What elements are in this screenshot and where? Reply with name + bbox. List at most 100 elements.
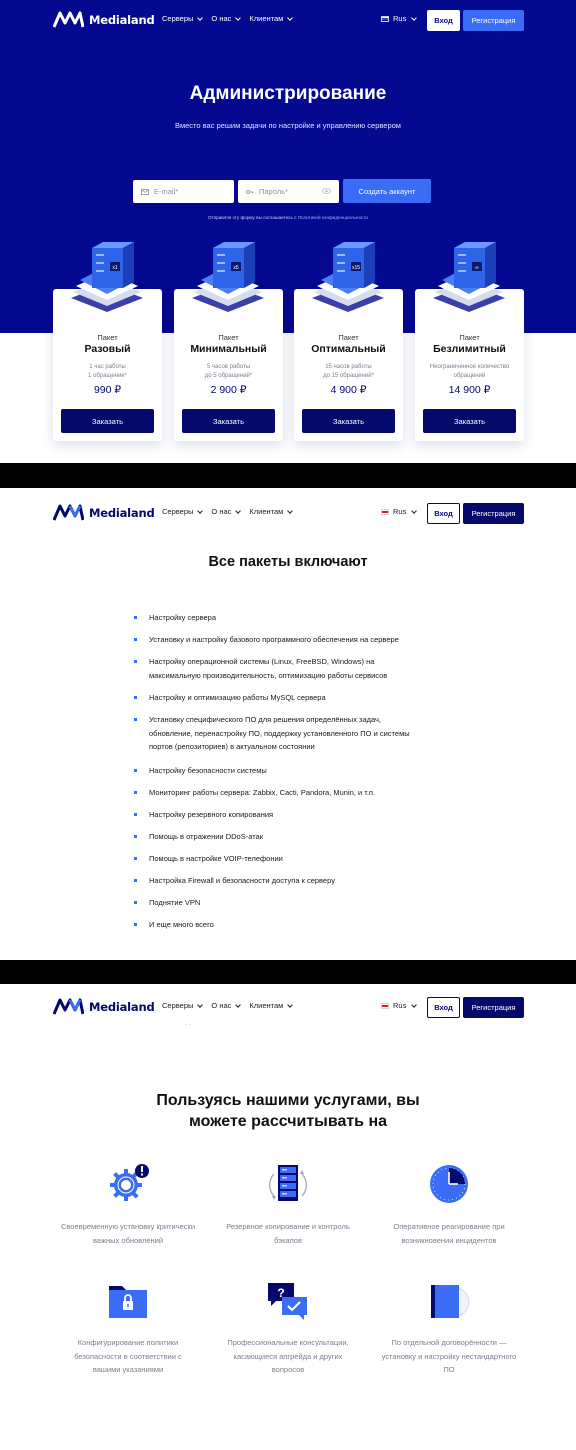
logo-icon — [53, 11, 84, 28]
package-label: Пакет — [97, 333, 118, 342]
chevron-down-icon — [235, 14, 242, 21]
package-description: 15 часов работы до 15 обращений* — [323, 364, 374, 379]
list-item: Настройку безопасности системы — [134, 764, 444, 778]
svg-text:∞: ∞ — [475, 265, 479, 271]
list-item: Настройка Firewall и безопасности доступ… — [134, 874, 444, 888]
gear-alert-icon — [110, 1164, 149, 1201]
chevron-down-icon — [287, 1001, 294, 1008]
logo-text: Medialand — [89, 505, 155, 520]
language-selector[interactable]: Rus — [381, 1001, 418, 1010]
language-selector[interactable]: Rus — [381, 14, 418, 23]
package-description: 5 часов работы до 5 обращений* — [204, 364, 253, 379]
order-button[interactable]: Заказать — [423, 409, 516, 433]
main-nav: Серверы О нас Клиентам — [162, 507, 294, 516]
email-field[interactable] — [133, 180, 234, 203]
package-price: 2 900 ₽ — [210, 384, 247, 396]
main-nav: Серверы О нас Клиентам — [162, 14, 294, 23]
package-price: 4 900 ₽ — [330, 384, 367, 396]
language-selector[interactable]: Rus — [381, 507, 418, 516]
create-account-button[interactable]: Создать аккаунт — [343, 179, 431, 203]
nav-clients[interactable]: Клиентам — [249, 14, 294, 23]
benefit-text: Конфигурирование политики безопасности в … — [74, 1338, 182, 1374]
server-stack-icon: x15 — [312, 242, 384, 312]
chevron-down-icon — [197, 507, 204, 514]
package-price: 990 ₽ — [93, 384, 122, 396]
list-item: Помощь в настройке VOIP-телефонии — [134, 852, 444, 866]
chevron-down-icon — [287, 507, 294, 514]
order-button[interactable]: Заказать — [61, 409, 154, 433]
list-item: Настройку сервера — [134, 611, 444, 625]
logo[interactable]: Medialand — [53, 11, 155, 28]
chevron-down-icon — [235, 1001, 242, 1008]
order-button[interactable]: Заказать — [182, 409, 275, 433]
login-button[interactable]: Вход — [427, 10, 460, 31]
nav-about[interactable]: О нас — [211, 507, 242, 516]
section-title: Все пакеты включают — [208, 554, 368, 570]
section-title: Пользуясь нашими услугами, вы можете рас… — [156, 1092, 420, 1130]
server-stack-icon: ∞ — [433, 242, 505, 312]
server-sync-icon — [269, 1165, 307, 1201]
mail-icon — [141, 188, 149, 195]
logo[interactable]: Medialand — [53, 504, 155, 521]
nav-clients[interactable]: Клиентам — [249, 1001, 294, 1010]
header: Medialand Серверы О нас Клиентам Rus Вхо… — [0, 0, 576, 40]
email-input[interactable] — [154, 187, 214, 196]
register-button[interactable]: Регистрация — [463, 503, 524, 524]
package-label: Пакет — [218, 333, 239, 342]
register-button[interactable]: Регистрация — [463, 997, 524, 1018]
pricing-section: Medialand Серверы О нас Клиентам Rus Вхо… — [0, 0, 576, 463]
logo[interactable]: Medialand — [53, 998, 155, 1015]
benefit-text: По отдельной договорённости — установку и… — [381, 1338, 517, 1374]
chevron-down-icon — [197, 14, 204, 21]
package-name: Безлимитный — [433, 343, 506, 355]
separator-band — [0, 960, 576, 984]
list-item: Мониторинг работы сервера: Zabbix, Cacti… — [134, 786, 444, 800]
nav-about[interactable]: О нас — [211, 1001, 242, 1010]
logo-icon — [53, 504, 84, 521]
chevron-down-icon — [411, 14, 418, 21]
benefit-text: Профессиональные консультации, касающиеся… — [227, 1338, 349, 1374]
nav-servers[interactable]: Серверы — [162, 507, 204, 516]
chat-question-icon: ? — [268, 1283, 307, 1320]
benefit-text: Резервное копирование и контроль бэкапов — [226, 1222, 350, 1245]
list-item: Установку и настройку базового программн… — [134, 633, 444, 647]
list-item: И еще много всего — [134, 918, 444, 932]
list-item: Настройку резервного копирования — [134, 808, 444, 822]
russia-flag-icon — [381, 508, 389, 515]
svg-text:x1: x1 — [112, 265, 118, 271]
list-item: Поднятие VPN — [134, 896, 444, 910]
login-button[interactable]: Вход — [427, 503, 460, 524]
locked-folder-icon — [109, 1286, 147, 1318]
page-subtitle: Вместо вас решим задачи по настройке и у… — [175, 121, 401, 130]
agreement-text: Отправляя эту форму вы соглашаетесь с По… — [207, 215, 368, 220]
list-item: Настройку операционной системы (Linux, F… — [134, 655, 444, 682]
russia-flag-icon — [381, 15, 389, 22]
logo-text: Medialand — [89, 999, 155, 1014]
register-button[interactable]: Регистрация — [463, 10, 524, 31]
header: Medialand Серверы О нас Клиентам Rus Вхо… — [0, 987, 576, 1027]
privacy-policy-link[interactable]: Политикой конфиденциальности — [298, 215, 368, 220]
russia-flag-icon — [381, 1002, 389, 1009]
list-item: Помощь в отражении DDoS-атак — [134, 830, 444, 844]
benefit-text: Своевременную установку критически важных… — [60, 1222, 196, 1245]
chevron-down-icon — [411, 1001, 418, 1008]
chevron-down-icon — [197, 1001, 204, 1008]
chevron-down-icon — [235, 507, 242, 514]
header: Medialand Серверы О нас Клиентам Rus Вхо… — [0, 493, 576, 533]
login-button[interactable]: Вход — [427, 997, 460, 1018]
package-label: Пакет — [459, 333, 480, 342]
order-button[interactable]: Заказать — [302, 409, 395, 433]
package-price: 14 900 ₽ — [448, 384, 491, 396]
nav-servers[interactable]: Серверы — [162, 1001, 204, 1010]
package-label: Пакет — [338, 333, 359, 342]
nav-servers[interactable]: Серверы — [162, 14, 204, 23]
password-input[interactable] — [259, 187, 319, 196]
package-description: 1 час работы 1 обращение* — [88, 364, 127, 379]
nav-clients[interactable]: Клиентам — [249, 507, 294, 516]
chevron-down-icon — [287, 14, 294, 21]
benefit-text: Оперативное реагирование при возникновени… — [393, 1222, 505, 1245]
eye-icon[interactable] — [322, 188, 331, 194]
nav-about[interactable]: О нас — [211, 14, 242, 23]
password-field[interactable] — [238, 180, 339, 203]
package-name: Оптимальный — [311, 343, 386, 355]
